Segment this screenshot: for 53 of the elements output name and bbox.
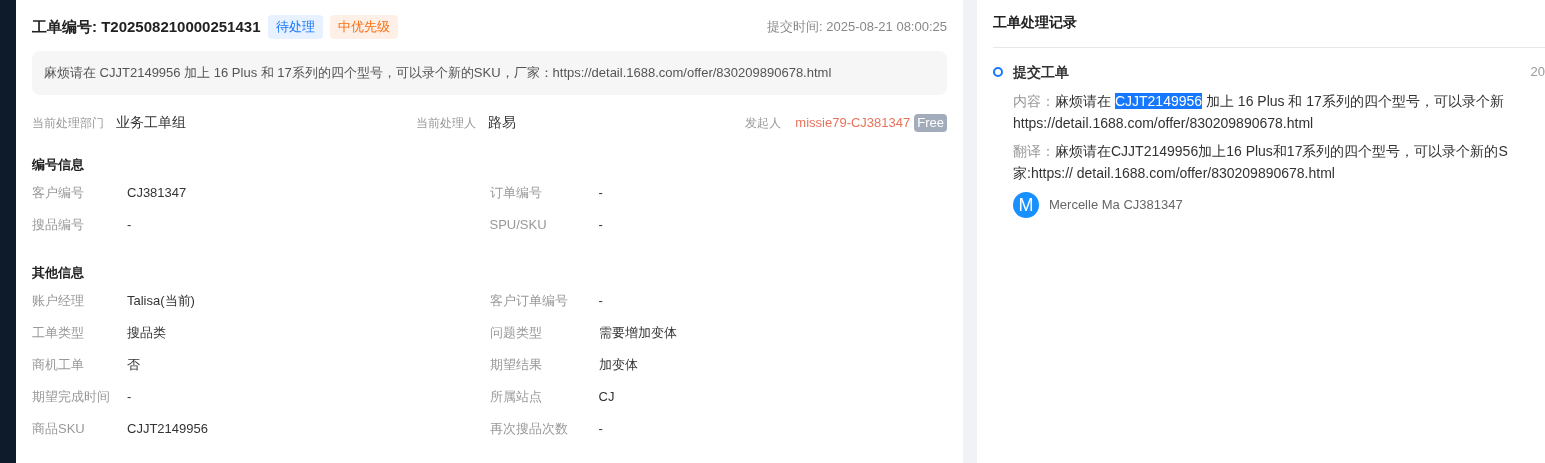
field-value: 加变体 — [598, 355, 638, 374]
initiator-link[interactable]: missie79-CJ381347 — [795, 112, 911, 133]
field-value: 业务工单组 — [116, 113, 186, 132]
content-text: https://detail.1688.com/offer/830209890678.html — [1013, 114, 1314, 133]
field-label: 工单类型 — [32, 323, 85, 342]
section-title: 编号信息 — [32, 155, 85, 174]
record-title: 提交工单 — [1013, 62, 1069, 82]
section-title: 其他信息 — [32, 263, 85, 282]
field-label: 所属站点 — [489, 387, 543, 406]
field-value: CJJT2149956 — [127, 419, 208, 438]
field-label: 再次搜品次数 — [489, 419, 569, 438]
field-label: 期望结果 — [489, 355, 543, 374]
field-label: 客户订单编号 — [489, 291, 569, 310]
field-value: 路易 — [488, 113, 516, 132]
field-label: 问题类型 — [489, 323, 543, 342]
field-value: CJ — [598, 387, 615, 406]
field-value: - — [598, 419, 603, 438]
field-value: - — [598, 215, 603, 234]
translation-text: 麻烦请在CJJT2149956加上16 Plus和17系列的四个型号，可以录个新的S — [1055, 142, 1508, 161]
author-name: Mercelle Ma CJ381347 — [1049, 196, 1183, 214]
field-label: 当前处理部门 — [32, 114, 104, 132]
content-text: 麻烦请在 CJJT2149956 加上 16 Plus 和 17系列的四个型号，可以录个新 — [1055, 92, 1504, 111]
field-label: SPU/SKU — [489, 215, 548, 234]
record-time: 20 — [1530, 63, 1545, 82]
field-label: 发起人 — [745, 114, 782, 132]
field-value: 否 — [127, 355, 140, 374]
plan-badge: Free — [914, 113, 947, 132]
ticket-title: 工单编号: T202508210000251431 — [32, 16, 261, 37]
field-value: 搜品类 — [127, 323, 166, 342]
field-value: - — [598, 183, 603, 202]
field-label: 期望完成时间 — [32, 387, 111, 406]
status-tag: 待处理 — [267, 15, 323, 39]
field-value: 需要增加变体 — [598, 323, 677, 342]
submit-time: 提交时间: 2025-08-21 08:00:25 — [767, 18, 947, 36]
field-value: - — [127, 215, 132, 234]
content-label: 内容： — [1013, 92, 1055, 111]
status-tag: 中优先级 — [329, 15, 398, 39]
panel-title: 工单处理记录 — [993, 13, 1078, 32]
translation-text: 家:https:// detail.1688.com/offer/830209890678.html — [1013, 164, 1335, 183]
field-label: 搜品编号 — [32, 215, 85, 234]
field-label: 账户经理 — [32, 291, 85, 310]
field-label: 订单编号 — [489, 183, 543, 202]
field-label: 商品SKU — [32, 419, 86, 438]
field-value: Talisa(当前) — [127, 291, 195, 310]
description-box: 麻烦请在 CJJT2149956 加上 16 Plus 和 17系列的四个型号，可以录个新的SKU，厂家：https://detail.1688.com/offer/830209890678.html — [32, 50, 947, 95]
user-avatar: M — [1013, 192, 1039, 218]
field-value: - — [598, 291, 603, 310]
field-label: 当前处理人 — [416, 114, 476, 132]
field-value: - — [127, 387, 132, 406]
field-label: 客户编号 — [32, 183, 85, 202]
field-value: CJ381347 — [127, 183, 187, 202]
field-label: 商机工单 — [32, 355, 85, 374]
translation-label: 翻译： — [1013, 142, 1055, 161]
